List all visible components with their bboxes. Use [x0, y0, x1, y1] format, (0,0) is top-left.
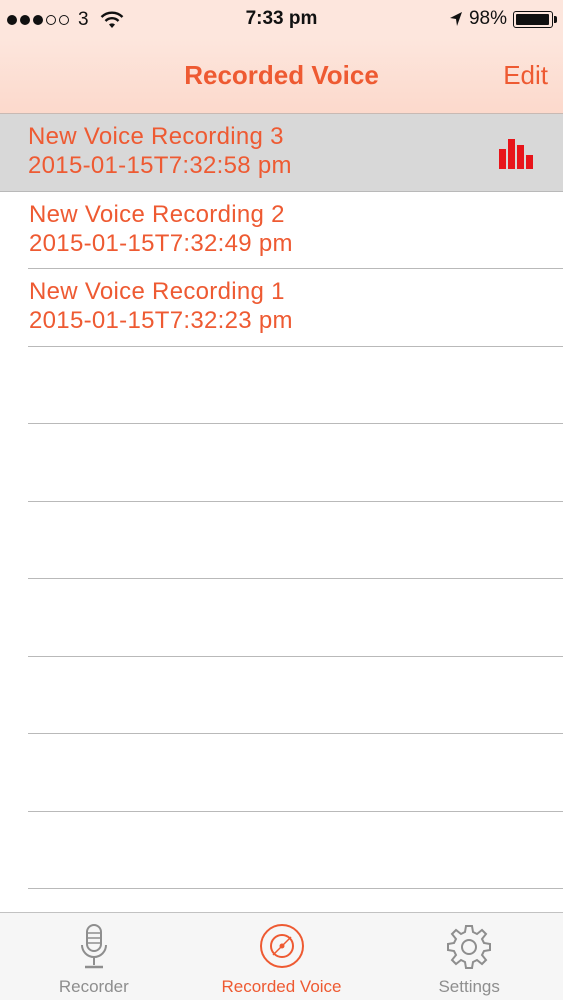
- location-arrow-icon: [449, 12, 462, 26]
- disc-icon: [259, 924, 304, 968]
- recording-row[interactable]: New Voice Recording 1 2015-01-15T7:32:23…: [28, 269, 563, 347]
- tab-recorded-voice[interactable]: Recorded Voice: [188, 913, 376, 1000]
- tab-bar: Recorder Recorded Voice Settings: [0, 912, 563, 1000]
- recording-date: 2015-01-15T7:32:58 pm: [28, 152, 292, 179]
- empty-row: [28, 734, 563, 812]
- recording-date: 2015-01-15T7:32:49 pm: [29, 229, 293, 257]
- recording-title: New Voice Recording 2: [29, 200, 285, 228]
- recording-row[interactable]: New Voice Recording 3 2015-01-15T7:32:58…: [0, 114, 563, 192]
- tab-label: Recorder: [58, 977, 129, 996]
- empty-row: [28, 347, 563, 424]
- empty-row: [28, 502, 563, 579]
- empty-row: [28, 812, 563, 889]
- recording-row[interactable]: New Voice Recording 2 2015-01-15T7:32:49…: [28, 192, 563, 269]
- navigation-bar: Recorded Voice Edit: [0, 38, 563, 114]
- recording-title: New Voice Recording 3: [28, 123, 284, 150]
- battery-tip: [554, 15, 557, 23]
- gear-icon: [447, 925, 492, 969]
- recording-date: 2015-01-15T7:32:23 pm: [29, 307, 293, 334]
- empty-row: [28, 579, 563, 657]
- microphone-icon: [80, 924, 107, 969]
- equalizer-icon: [499, 139, 533, 169]
- empty-row: [28, 424, 563, 502]
- status-right: 98%: [449, 8, 557, 30]
- empty-row: [28, 657, 563, 734]
- status-bar: 3 7:33 pm 98%: [0, 0, 563, 38]
- page-title: Recorded Voice: [184, 60, 379, 90]
- tab-recorder[interactable]: Recorder: [0, 913, 188, 1000]
- battery-fill: [516, 13, 550, 25]
- tab-label: Settings: [438, 977, 500, 996]
- edit-button[interactable]: Edit: [503, 60, 548, 91]
- tab-settings[interactable]: Settings: [375, 913, 563, 1000]
- battery-percent: 98%: [468, 8, 507, 29]
- recording-title: New Voice Recording 1: [29, 278, 285, 305]
- recordings-list[interactable]: New Voice Recording 3 2015-01-15T7:32:58…: [0, 114, 563, 912]
- tab-label: Recorded Voice: [221, 977, 342, 996]
- battery-icon: [513, 10, 557, 28]
